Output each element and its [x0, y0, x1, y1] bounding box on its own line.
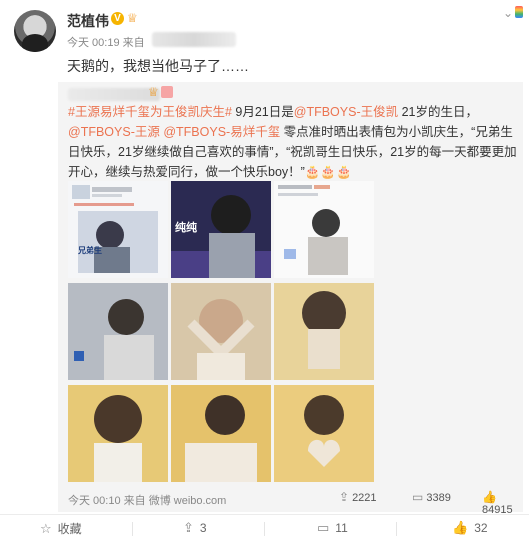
source-blurred [152, 32, 236, 47]
comment-count[interactable]: ▭ 3389 [412, 490, 451, 504]
author-name[interactable]: 范植伟 [67, 11, 109, 31]
repost-vip-crown-icon: ♕ [148, 85, 159, 99]
verified-badge-icon: V [111, 12, 124, 25]
image-thumb[interactable]: 兄弟生 [68, 181, 168, 278]
decoration-icon [515, 6, 523, 18]
repost-text-segment: 9月21日是 [231, 105, 294, 119]
svg-text:兄弟生: 兄弟生 [77, 245, 102, 255]
repost-box: ♕ #王源易烊千玺为王俊凯庆生# 9月21日是@TFBOYS-王俊凯 21岁的生… [58, 82, 523, 516]
repost-badge-icon [161, 86, 173, 98]
image-thumb[interactable] [274, 181, 374, 278]
repost-icon: ⇪ [339, 490, 350, 504]
repost-link[interactable]: @TFBOYS-王俊凯 [294, 105, 398, 119]
image-thumb[interactable] [171, 283, 271, 380]
comment-button[interactable]: ▭ 11 [317, 520, 348, 536]
vip-crown-icon: ♕ [127, 11, 138, 25]
image-thumb[interactable] [274, 385, 374, 482]
avatar[interactable] [14, 10, 56, 52]
svg-text:纯纯: 纯纯 [175, 220, 197, 234]
repost-link[interactable]: #王源易烊千玺为王俊凯庆生# [68, 105, 232, 119]
post-text: 天鹅的，我想当他马子了…… [67, 58, 249, 74]
repost-footer[interactable]: 今天 00:10 来自 微博 weibo.com [68, 492, 226, 508]
favorite-button[interactable]: ☆ 收藏 [40, 520, 82, 537]
star-icon: ☆ [40, 521, 52, 536]
divider [132, 522, 133, 536]
action-bar: ☆ 收藏 ⇪ 3 ▭ 11 👍 32 [0, 516, 529, 541]
repost-author-blurred[interactable] [68, 88, 160, 101]
image-thumb[interactable]: 纯纯 [171, 181, 271, 278]
weibo-post-card: 范植伟 V ♕ 今天 00:19 来自 ⌄ 天鹅的，我想当他马子了…… ♕ #王… [0, 0, 529, 541]
image-thumb[interactable] [68, 385, 168, 482]
repost-count[interactable]: ⇪ 2221 [339, 490, 377, 504]
repost-link[interactable]: @TFBOYS-易烊千玺 [163, 125, 280, 139]
divider [396, 522, 397, 536]
repost-text: #王源易烊千玺为王俊凯庆生# 9月21日是@TFBOYS-王俊凯 21岁的生日，… [68, 102, 518, 182]
repost-icon: ⇪ [183, 520, 194, 535]
comment-icon: ▭ [412, 490, 424, 504]
divider [264, 522, 265, 536]
cake-emoji-icon: 🎂🎂🎂 [304, 165, 352, 179]
image-thumb[interactable] [68, 283, 168, 380]
image-thumb[interactable] [171, 385, 271, 482]
like-icon: 👍 [482, 490, 497, 504]
like-button[interactable]: 👍 32 [452, 520, 488, 536]
post-menu-chevron-icon[interactable]: ⌄ [503, 6, 513, 20]
comment-icon: ▭ [317, 520, 330, 535]
like-icon: 👍 [452, 520, 469, 535]
repost-link[interactable]: @TFBOYS-王源 [68, 125, 160, 139]
repost-button[interactable]: ⇪ 3 [183, 520, 207, 536]
divider [0, 514, 529, 515]
post-time[interactable]: 今天 00:19 来自 [67, 34, 145, 50]
repost-text-segment: 21岁的生日， [398, 105, 478, 119]
image-grid: 兄弟生 纯纯 [68, 181, 374, 482]
like-count[interactable]: 👍84915 [482, 490, 523, 516]
image-thumb[interactable] [274, 283, 374, 380]
